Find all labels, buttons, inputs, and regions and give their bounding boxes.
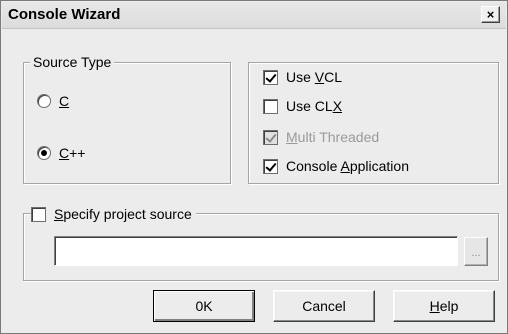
help-button[interactable]: Help — [393, 290, 495, 322]
title-bar[interactable]: Console Wizard × — [2, 2, 506, 29]
radio-c-label: C — [59, 93, 70, 109]
source-type-group: Source Type — [23, 54, 231, 184]
console-application-label: Console Application — [286, 158, 409, 174]
specify-project-source-checkbox[interactable] — [31, 206, 46, 222]
use-clx-checkbox[interactable] — [263, 98, 278, 114]
help-label: elp — [439, 298, 459, 314]
source-type-legend: Source Type — [30, 54, 115, 70]
use-vcl-checkbox-row[interactable]: Use VCL — [263, 69, 342, 85]
project-source-input[interactable] — [54, 236, 458, 266]
help-mnemonic: H — [429, 298, 440, 314]
radio-c-button[interactable] — [37, 94, 51, 108]
console-application-checkbox-row[interactable]: Console Application — [263, 158, 409, 174]
window-title: Console Wizard — [8, 6, 121, 23]
use-vcl-label: Use VCL — [286, 69, 343, 85]
radio-cpp-button[interactable] — [37, 146, 51, 160]
close-button[interactable]: × — [481, 6, 500, 23]
use-clx-label: Use CLX — [286, 98, 343, 114]
use-vcl-checkbox[interactable] — [263, 69, 278, 85]
close-icon: × — [486, 7, 495, 22]
cancel-button[interactable]: Cancel — [273, 290, 375, 322]
radio-cpp[interactable]: C++ — [37, 145, 85, 161]
multi-threaded-label: Multi Threaded — [286, 129, 380, 145]
multi-threaded-checkbox — [263, 129, 278, 145]
radio-cpp-label: C++ — [59, 145, 86, 161]
use-clx-checkbox-row[interactable]: Use CLX — [263, 98, 342, 114]
browse-button[interactable]: ... — [464, 237, 488, 266]
radio-c[interactable]: C — [37, 93, 69, 109]
specify-project-source-label: Specify project source — [54, 206, 192, 222]
ok-button[interactable]: 0K — [153, 290, 255, 322]
multi-threaded-checkbox-row: Multi Threaded — [263, 129, 379, 145]
console-application-checkbox[interactable] — [263, 158, 278, 174]
console-wizard-dialog: Console Wizard × Source Type C C++ Use V… — [0, 0, 508, 334]
specify-project-source-row[interactable]: Specify project source — [31, 206, 196, 222]
